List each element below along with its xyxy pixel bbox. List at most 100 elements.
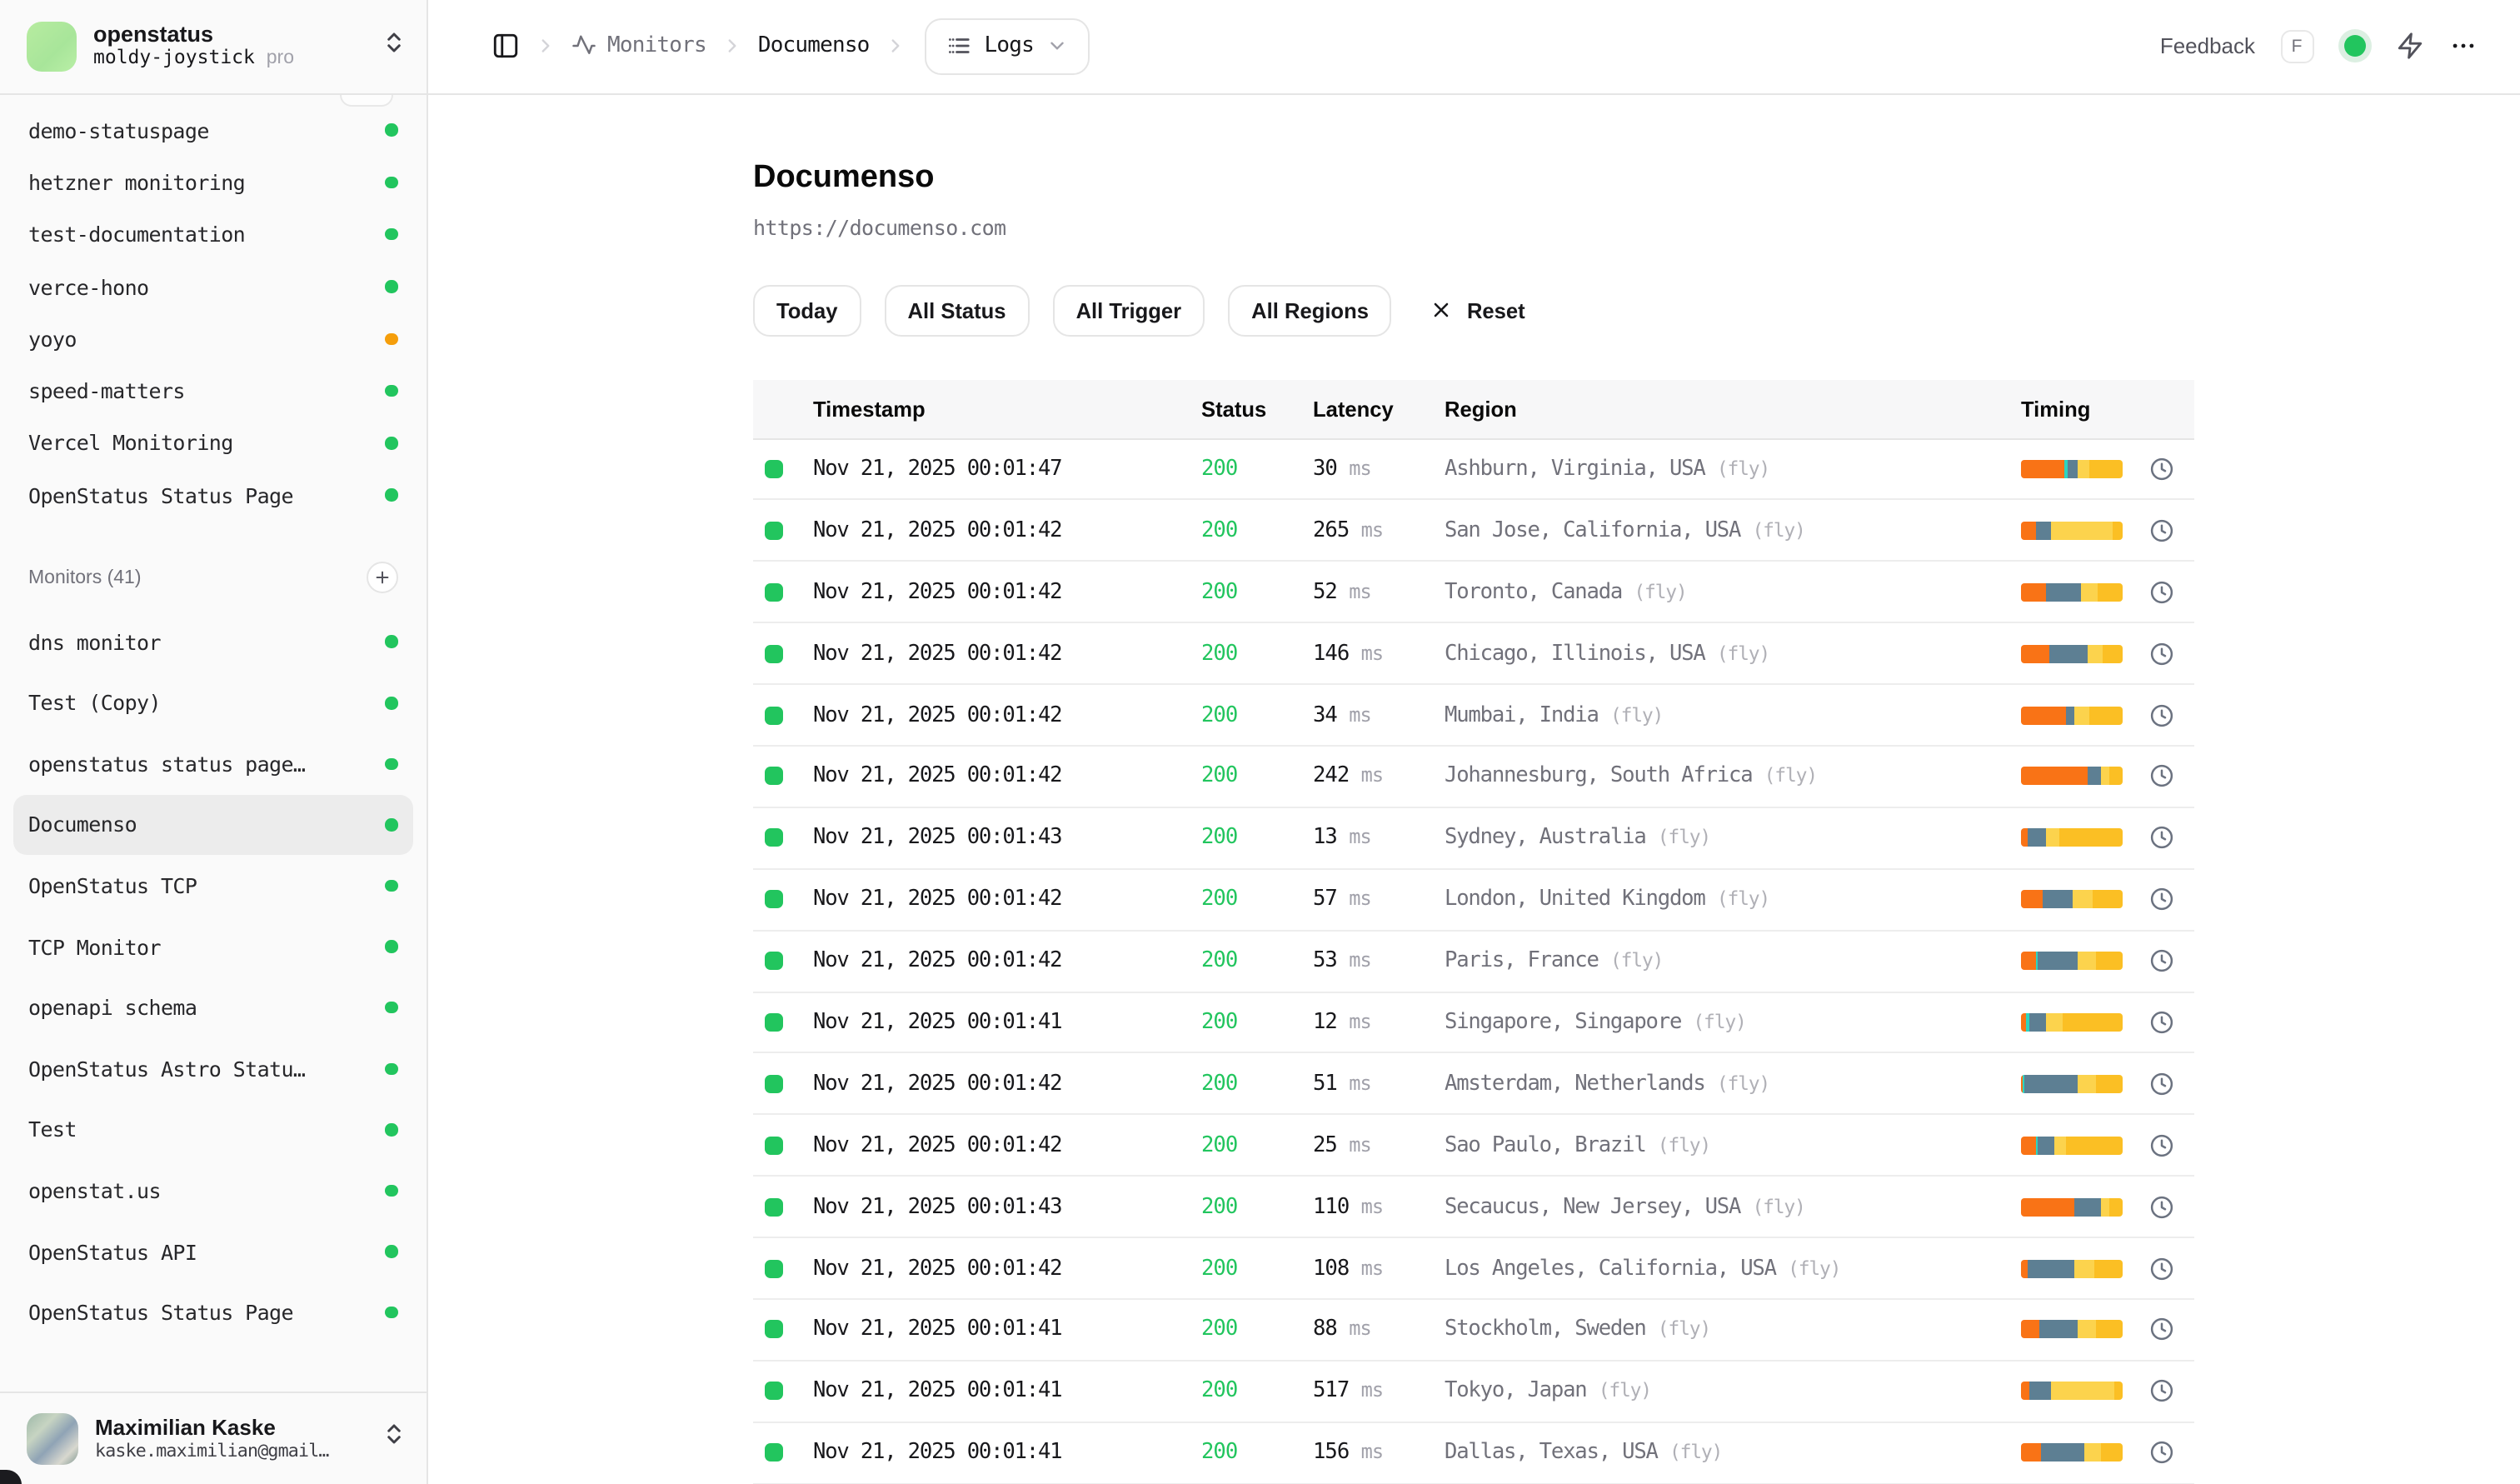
row-status-code: 200 [1201, 1132, 1313, 1157]
timing-bar [2021, 829, 2123, 847]
table-row[interactable]: Nov 21, 2025 00:01:4220025 msSao Paulo, … [753, 1116, 2194, 1177]
workspace-switcher[interactable]: openstatus moldy-joystick pro [0, 0, 426, 94]
table-row[interactable]: Nov 21, 2025 00:01:41200156 msDallas, Te… [753, 1423, 2194, 1484]
clock-icon[interactable] [2149, 1010, 2174, 1035]
reset-filters-button[interactable]: Reset [1430, 297, 1525, 322]
sidebar-item[interactable]: dns monitor [13, 612, 412, 672]
sidebar-item[interactable]: Documenso [13, 794, 412, 855]
clock-icon[interactable] [2149, 1132, 2174, 1157]
row-latency: 30 ms [1313, 457, 1445, 482]
chevron-down-icon [1047, 36, 1069, 57]
sidebar-item[interactable]: OpenStatus Status Page [13, 469, 412, 522]
sidebar-item[interactable]: verce-hono [13, 261, 412, 313]
sidebar-item[interactable]: hetzner monitoring [13, 157, 412, 209]
clock-icon[interactable] [2149, 1072, 2174, 1097]
filter-chip-all-status[interactable]: All Status [885, 284, 1030, 336]
table-row[interactable]: Nov 21, 2025 00:01:4220057 msLondon, Uni… [753, 869, 2194, 931]
table-row[interactable]: Nov 21, 2025 00:01:4120012 msSingapore, … [753, 992, 2194, 1054]
ellipsis-icon [2448, 32, 2477, 61]
table-row[interactable]: Nov 21, 2025 00:01:4720030 msAshburn, Vi… [753, 439, 2194, 501]
sidebar-item[interactable]: OpenStatus TCP [13, 856, 412, 917]
table-row[interactable]: Nov 21, 2025 00:01:4220051 msAmsterdam, … [753, 1054, 2194, 1116]
status-live-dot[interactable] [2343, 36, 2365, 57]
sidebar-item[interactable]: demo-statuspage [13, 104, 412, 157]
sidebar-toggle-button[interactable] [491, 32, 519, 61]
sidebar-item-label: openapi schema [28, 995, 372, 1020]
status-dot [385, 1002, 397, 1014]
clock-icon[interactable] [2149, 1194, 2174, 1219]
status-dot [385, 124, 397, 137]
clock-icon[interactable] [2149, 1440, 2174, 1465]
instant-run-button[interactable] [2395, 32, 2423, 61]
clock-icon[interactable] [2149, 826, 2174, 851]
clock-icon[interactable] [2149, 1379, 2174, 1404]
sidebar-item[interactable]: OpenStatus Astro Statu… [13, 1038, 412, 1099]
timing-segment-ttfb [2101, 767, 2109, 786]
row-latency: 13 ms [1313, 826, 1445, 851]
sidebar-item-label: Test (Copy) [28, 691, 372, 716]
sidebar-item-label: OpenStatus TCP [28, 873, 372, 898]
timing-segment-dns [2021, 829, 2028, 847]
table-row[interactable]: Nov 21, 2025 00:01:43200110 msSecaucus, … [753, 1177, 2194, 1238]
user-menu[interactable]: Maximilian Kaske kaske.maximilian@gmail… [0, 1392, 426, 1484]
sidebar-item[interactable]: test-documentation [13, 208, 412, 261]
sidebar-item-label: Vercel Monitoring [28, 431, 372, 456]
clock-icon[interactable] [2149, 457, 2174, 482]
row-status-code: 200 [1201, 702, 1313, 727]
filter-chip-today[interactable]: Today [753, 284, 861, 336]
row-region: Stockholm, Sweden (fly) [1445, 1317, 2021, 1342]
row-timestamp: Nov 21, 2025 00:01:43 [813, 1194, 1201, 1219]
breadcrumb-page[interactable]: Documenso [758, 34, 870, 59]
table-row[interactable]: Nov 21, 2025 00:01:42200265 msSan Jose, … [753, 501, 2194, 562]
clock-icon[interactable] [2149, 641, 2174, 666]
sidebar-item[interactable]: OpenStatus Status Page [13, 1282, 412, 1343]
sidebar-item[interactable]: openstatus status page… [13, 733, 412, 794]
row-timestamp: Nov 21, 2025 00:01:42 [813, 764, 1201, 789]
status-dot [385, 697, 397, 709]
table-row[interactable]: Nov 21, 2025 00:01:4220052 msToronto, Ca… [753, 562, 2194, 624]
status-dot [385, 281, 397, 293]
table-row[interactable]: Nov 21, 2025 00:01:41200517 msTokyo, Jap… [753, 1362, 2194, 1423]
status-dot [385, 1246, 397, 1258]
sidebar-item[interactable]: Test [13, 1099, 412, 1160]
table-row[interactable]: Nov 21, 2025 00:01:42200108 msLos Angele… [753, 1238, 2194, 1300]
clock-icon[interactable] [2149, 948, 2174, 973]
clock-icon[interactable] [2149, 1317, 2174, 1342]
clock-icon[interactable] [2149, 579, 2174, 604]
breadcrumb-monitors[interactable]: Monitors [571, 34, 706, 59]
panel-left-icon [491, 32, 519, 61]
sidebar-item[interactable]: openapi schema [13, 977, 412, 1038]
table-row[interactable]: Nov 21, 2025 00:01:42200242 msJohannesbu… [753, 747, 2194, 808]
filter-chip-all-regions[interactable]: All Regions [1228, 284, 1392, 336]
sidebar-item[interactable]: speed-matters [13, 365, 412, 417]
sidebar-item[interactable]: Vercel Monitoring [13, 417, 412, 470]
sidebar-item[interactable]: yoyo [13, 312, 412, 365]
workspace-slug: moldy-joystick pro [93, 47, 364, 71]
status-dot [385, 437, 397, 449]
table-row[interactable]: Nov 21, 2025 00:01:4220053 msParis, Fran… [753, 931, 2194, 992]
clock-icon[interactable] [2149, 764, 2174, 789]
sidebar-item[interactable]: openstat.us [13, 1160, 412, 1221]
table-row[interactable]: Nov 21, 2025 00:01:4120088 msStockholm, … [753, 1300, 2194, 1362]
table-row[interactable]: Nov 21, 2025 00:01:4320013 msSydney, Aus… [753, 808, 2194, 870]
clock-icon[interactable] [2149, 887, 2174, 912]
row-latency: 108 ms [1313, 1256, 1445, 1281]
user-info: Maximilian Kaske kaske.maximilian@gmail… [95, 1415, 364, 1462]
sidebar-item[interactable]: TCP Monitor [13, 917, 412, 977]
clock-icon[interactable] [2149, 518, 2174, 543]
feedback-button[interactable]: Feedback [2160, 34, 2255, 59]
sidebar-item[interactable]: Test (Copy) [13, 672, 412, 733]
more-options-button[interactable] [2448, 32, 2477, 61]
view-selector-button[interactable]: Logs [925, 18, 1090, 75]
sidebar-scroll-area: demo-statuspagehetzner monitoringtest-do… [0, 94, 426, 1392]
table-row[interactable]: Nov 21, 2025 00:01:42200146 msChicago, I… [753, 623, 2194, 685]
filter-chip-all-trigger[interactable]: All Trigger [1053, 284, 1205, 336]
timing-segment-ttfb [2081, 582, 2098, 601]
timing-segment-transfer [2094, 1259, 2123, 1277]
table-row[interactable]: Nov 21, 2025 00:01:4220034 msMumbai, Ind… [753, 685, 2194, 747]
clock-icon[interactable] [2149, 702, 2174, 727]
timing-segment-dns [2021, 1136, 2036, 1154]
add-monitor-button[interactable] [366, 562, 397, 594]
clock-icon[interactable] [2149, 1256, 2174, 1281]
sidebar-item[interactable]: OpenStatus API [13, 1222, 412, 1282]
